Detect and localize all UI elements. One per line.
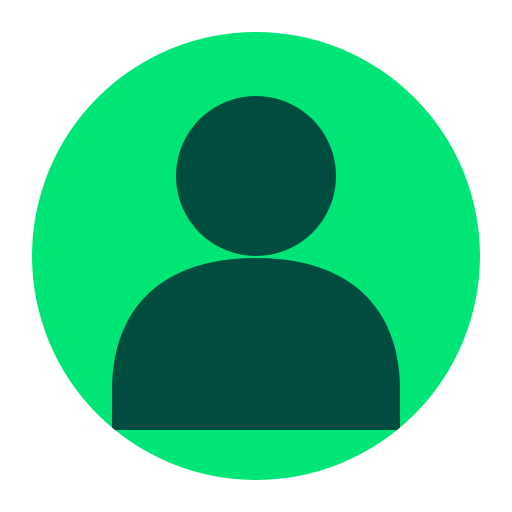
avatar-canvas bbox=[0, 0, 512, 512]
avatar-head-shape bbox=[176, 96, 336, 256]
user-avatar-icon bbox=[32, 32, 480, 480]
